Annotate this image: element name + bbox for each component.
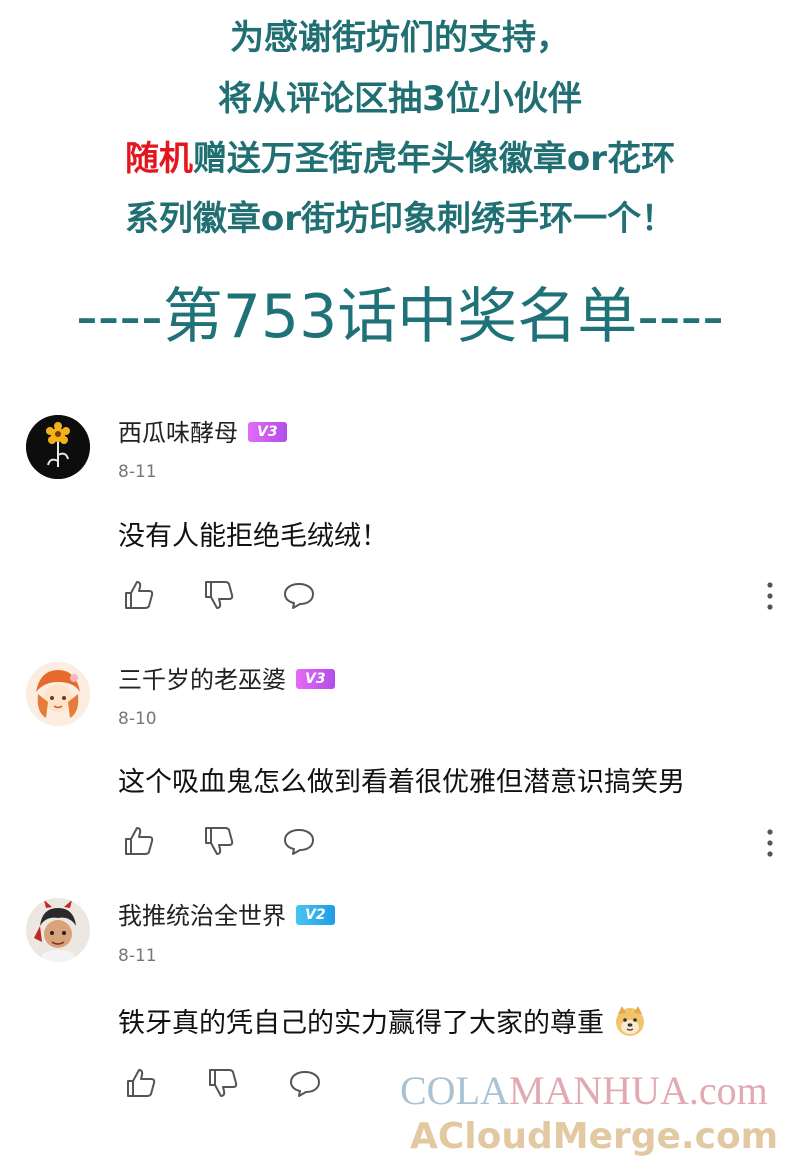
watermark-part-2: MANHUA.com bbox=[508, 1068, 768, 1113]
watermark-acloudmerge: ACloudMerge.com bbox=[410, 1116, 779, 1157]
username[interactable]: 西瓜味酵母 V3 bbox=[118, 418, 287, 448]
like-icon[interactable] bbox=[122, 578, 156, 612]
reply-icon[interactable] bbox=[282, 578, 316, 612]
username[interactable]: 我推统治全世界 V2 bbox=[118, 901, 335, 931]
character-avatar-icon bbox=[26, 898, 90, 962]
comment-text: 这个吸血鬼怎么做到看着很优雅但潜意识搞笑男 bbox=[118, 767, 685, 798]
avatar[interactable] bbox=[26, 898, 90, 962]
avatar[interactable] bbox=[26, 662, 90, 726]
announcement-line-1: 为感谢街坊们的支持， bbox=[230, 18, 570, 58]
reply-icon[interactable] bbox=[282, 824, 316, 858]
comment-date: 8-11 bbox=[118, 462, 157, 482]
level-badge: V3 bbox=[248, 422, 287, 442]
dislike-icon[interactable] bbox=[202, 824, 236, 858]
watermark-part-1: COLA bbox=[400, 1068, 509, 1113]
random-highlight: 随机 bbox=[124, 139, 193, 179]
reply-icon[interactable] bbox=[288, 1066, 322, 1100]
winners-banner: ----第753话中奖名单---- bbox=[76, 282, 724, 352]
username-text[interactable]: 我推统治全世界 bbox=[118, 902, 286, 930]
username-text[interactable]: 西瓜味酵母 bbox=[118, 419, 238, 447]
like-icon[interactable] bbox=[124, 1066, 158, 1100]
like-icon[interactable] bbox=[122, 824, 156, 858]
comment-text-body: 铁牙真的凭自己的实力赢得了大家的尊重 bbox=[118, 1008, 604, 1039]
comment-text: 没有人能拒绝毛绒绒！ bbox=[118, 521, 388, 552]
comment-actions bbox=[120, 824, 780, 860]
announcement-line-4: 系列徽章or街坊印象刺绣手环一个！ bbox=[124, 199, 676, 239]
username[interactable]: 三千岁的老巫婆 V3 bbox=[118, 665, 335, 695]
comment-date: 8-11 bbox=[118, 946, 157, 966]
more-options-icon[interactable] bbox=[760, 579, 780, 613]
level-badge: V3 bbox=[296, 669, 335, 689]
comment-text: 铁牙真的凭自己的实力赢得了大家的尊重 bbox=[118, 1004, 647, 1041]
avatar[interactable] bbox=[26, 415, 90, 479]
comment-date: 8-10 bbox=[118, 709, 157, 729]
witch-avatar-icon bbox=[26, 662, 90, 726]
announcement-line-2: 将从评论区抽3位小伙伴 bbox=[218, 79, 582, 119]
sunflower-avatar-icon bbox=[26, 415, 90, 479]
more-options-icon[interactable] bbox=[760, 826, 780, 860]
announcement-line-3: 随机赠送万圣街虎年头像徽章or花环 bbox=[0, 139, 800, 179]
prize-description: 赠送万圣街虎年头像徽章or花环 bbox=[192, 139, 676, 179]
dislike-icon[interactable] bbox=[202, 578, 236, 612]
username-text[interactable]: 三千岁的老巫婆 bbox=[118, 666, 286, 694]
watermark-colamanhua: COLAMANHUA.com bbox=[400, 1068, 768, 1114]
level-badge: V2 bbox=[296, 905, 335, 925]
doge-emoji-icon bbox=[615, 1006, 644, 1036]
dislike-icon[interactable] bbox=[206, 1066, 240, 1100]
comment-actions bbox=[120, 578, 780, 614]
